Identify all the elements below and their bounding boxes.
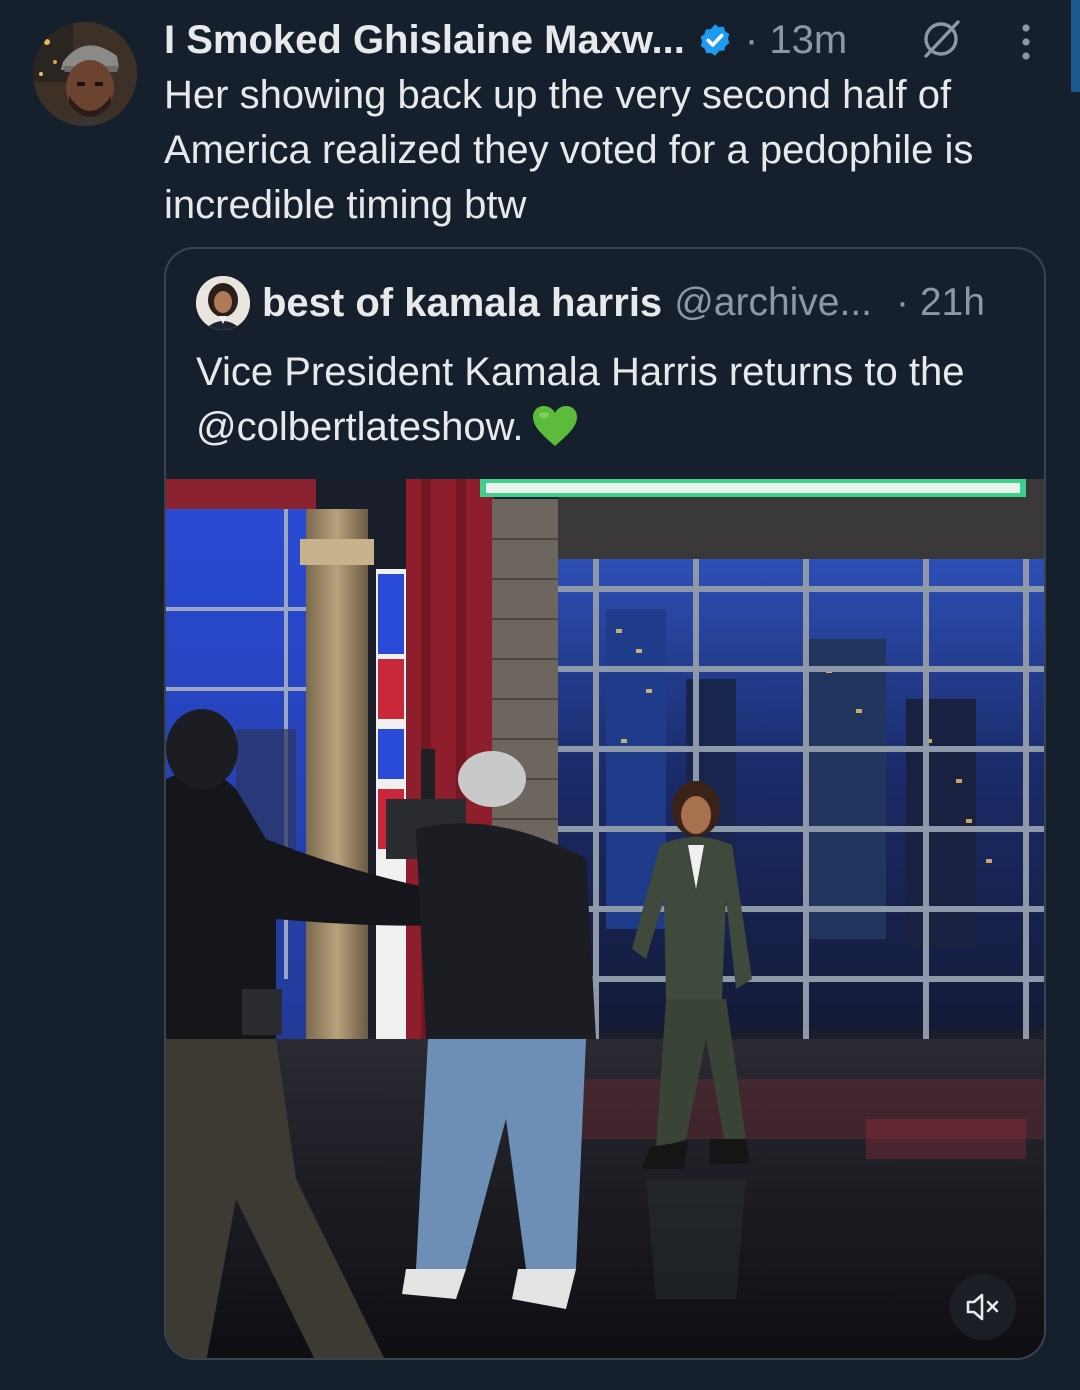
video-player[interactable] bbox=[166, 479, 1044, 1358]
quoted-tweet-card[interactable]: best of kamala harris @archive... · 21h … bbox=[164, 247, 1046, 1360]
quoted-author-avatar[interactable] bbox=[196, 276, 250, 330]
author-avatar[interactable] bbox=[33, 22, 137, 126]
tweet-time[interactable]: · 13m bbox=[745, 18, 847, 63]
quoted-tweet-text: Vice President Kamala Harris returns to … bbox=[196, 345, 1016, 455]
author-name[interactable]: I Smoked Ghislaine Maxw... bbox=[164, 18, 685, 63]
quoted-tweet-text-body: Vice President Kamala Harris returns to … bbox=[196, 350, 965, 449]
muted-speaker-icon bbox=[966, 1293, 999, 1321]
tweet-text: Her showing back up the very second half… bbox=[164, 73, 974, 227]
mute-button[interactable] bbox=[950, 1274, 1016, 1340]
green-heart-emoji bbox=[533, 406, 578, 446]
quoted-tweet-header: best of kamala harris @archive... · 21h bbox=[196, 275, 1014, 331]
quoted-author-name[interactable]: best of kamala harris bbox=[262, 281, 662, 326]
video-frame bbox=[166, 479, 1044, 1358]
tweet-header: I Smoked Ghislaine Maxw... · 13m bbox=[164, 14, 1060, 66]
quoted-author-handle[interactable]: @archive... bbox=[674, 281, 872, 325]
scrollbar-accent bbox=[1071, 0, 1080, 92]
more-vertical-icon[interactable] bbox=[1014, 22, 1038, 62]
grok-icon[interactable] bbox=[918, 16, 964, 62]
verified-badge-icon bbox=[700, 24, 730, 56]
quoted-tweet-time[interactable]: · 21h bbox=[896, 281, 985, 325]
